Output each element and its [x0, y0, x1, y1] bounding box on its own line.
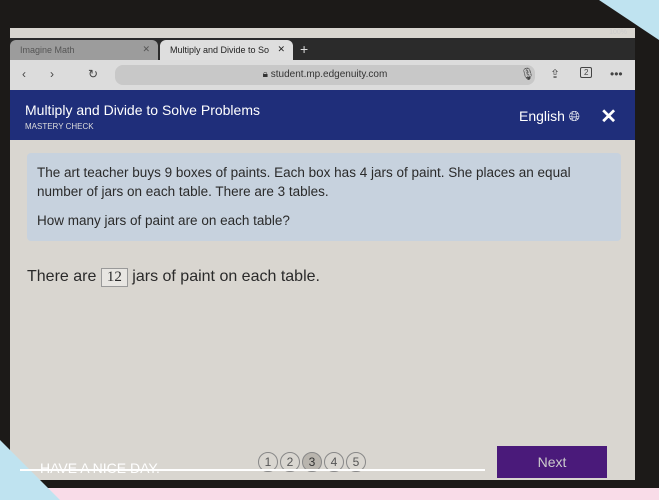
browser-tabs: Imagine Math ✕ Multiply and Divide to So ✕… [10, 38, 635, 60]
lock-icon: 🔒︎ [262, 69, 268, 80]
reload-icon[interactable]: ↻ [88, 67, 98, 81]
answer-sentence: There are 12 jars of paint on each table… [27, 268, 320, 287]
tab-label: Multiply and Divide to So [170, 45, 270, 55]
tab-count-button[interactable]: 2 [580, 67, 593, 78]
browser-toolbar: ‹ › ↻ 🔒︎ student.mp.edgenuity.com 🎙︎ ⇪ 2… [10, 60, 635, 90]
decorative-corner [599, 0, 659, 40]
answer-prefix: There are [27, 268, 97, 285]
share-icon[interactable]: ⇪ [550, 67, 560, 81]
language-button[interactable]: English 🌐︎ [519, 108, 580, 125]
address-bar[interactable]: 🔒︎ student.mp.edgenuity.com [115, 65, 535, 85]
overlay-caption: HAVE A NICE DAY. [40, 460, 160, 476]
answer-input[interactable]: 12 [100, 268, 128, 287]
microphone-icon[interactable]: 🎙︎ [520, 67, 535, 81]
question-prompt: How many jars of paint are on each table… [37, 213, 290, 228]
globe-icon: 🌐︎ [568, 108, 580, 124]
question-box: The art teacher buys 9 boxes of paints. … [27, 153, 621, 241]
back-icon[interactable]: ‹ [22, 67, 26, 81]
tab-label: Imagine Math [20, 45, 75, 55]
tablet-screen: 100% Imagine Math ✕ Multiply and Divide t… [10, 28, 635, 480]
page-title: Multiply and Divide to Solve Problems [25, 102, 260, 118]
new-tab-icon[interactable]: + [300, 41, 308, 57]
tab-multiply-divide[interactable]: Multiply and Divide to So ✕ [160, 40, 293, 60]
close-tab-icon[interactable]: ✕ [277, 44, 285, 55]
forward-icon[interactable]: › [50, 67, 54, 81]
language-label: English [518, 108, 565, 124]
lesson-header: Multiply and Divide to Solve Problems MA… [10, 90, 635, 140]
url-text: student.mp.edgenuity.com [270, 69, 388, 80]
answer-suffix: jars of paint on each table. [132, 268, 320, 285]
tab-imagine-math[interactable]: Imagine Math ✕ [10, 40, 158, 60]
close-icon[interactable]: ✕ [600, 104, 617, 129]
next-button[interactable]: Next [497, 446, 607, 478]
question-text: The art teacher buys 9 boxes of paints. … [37, 165, 571, 199]
close-tab-icon[interactable]: ✕ [142, 44, 150, 55]
more-icon[interactable]: ••• [610, 67, 623, 81]
status-bar: 100% [10, 28, 635, 38]
page-subtitle: MASTERY CHECK [25, 122, 94, 131]
